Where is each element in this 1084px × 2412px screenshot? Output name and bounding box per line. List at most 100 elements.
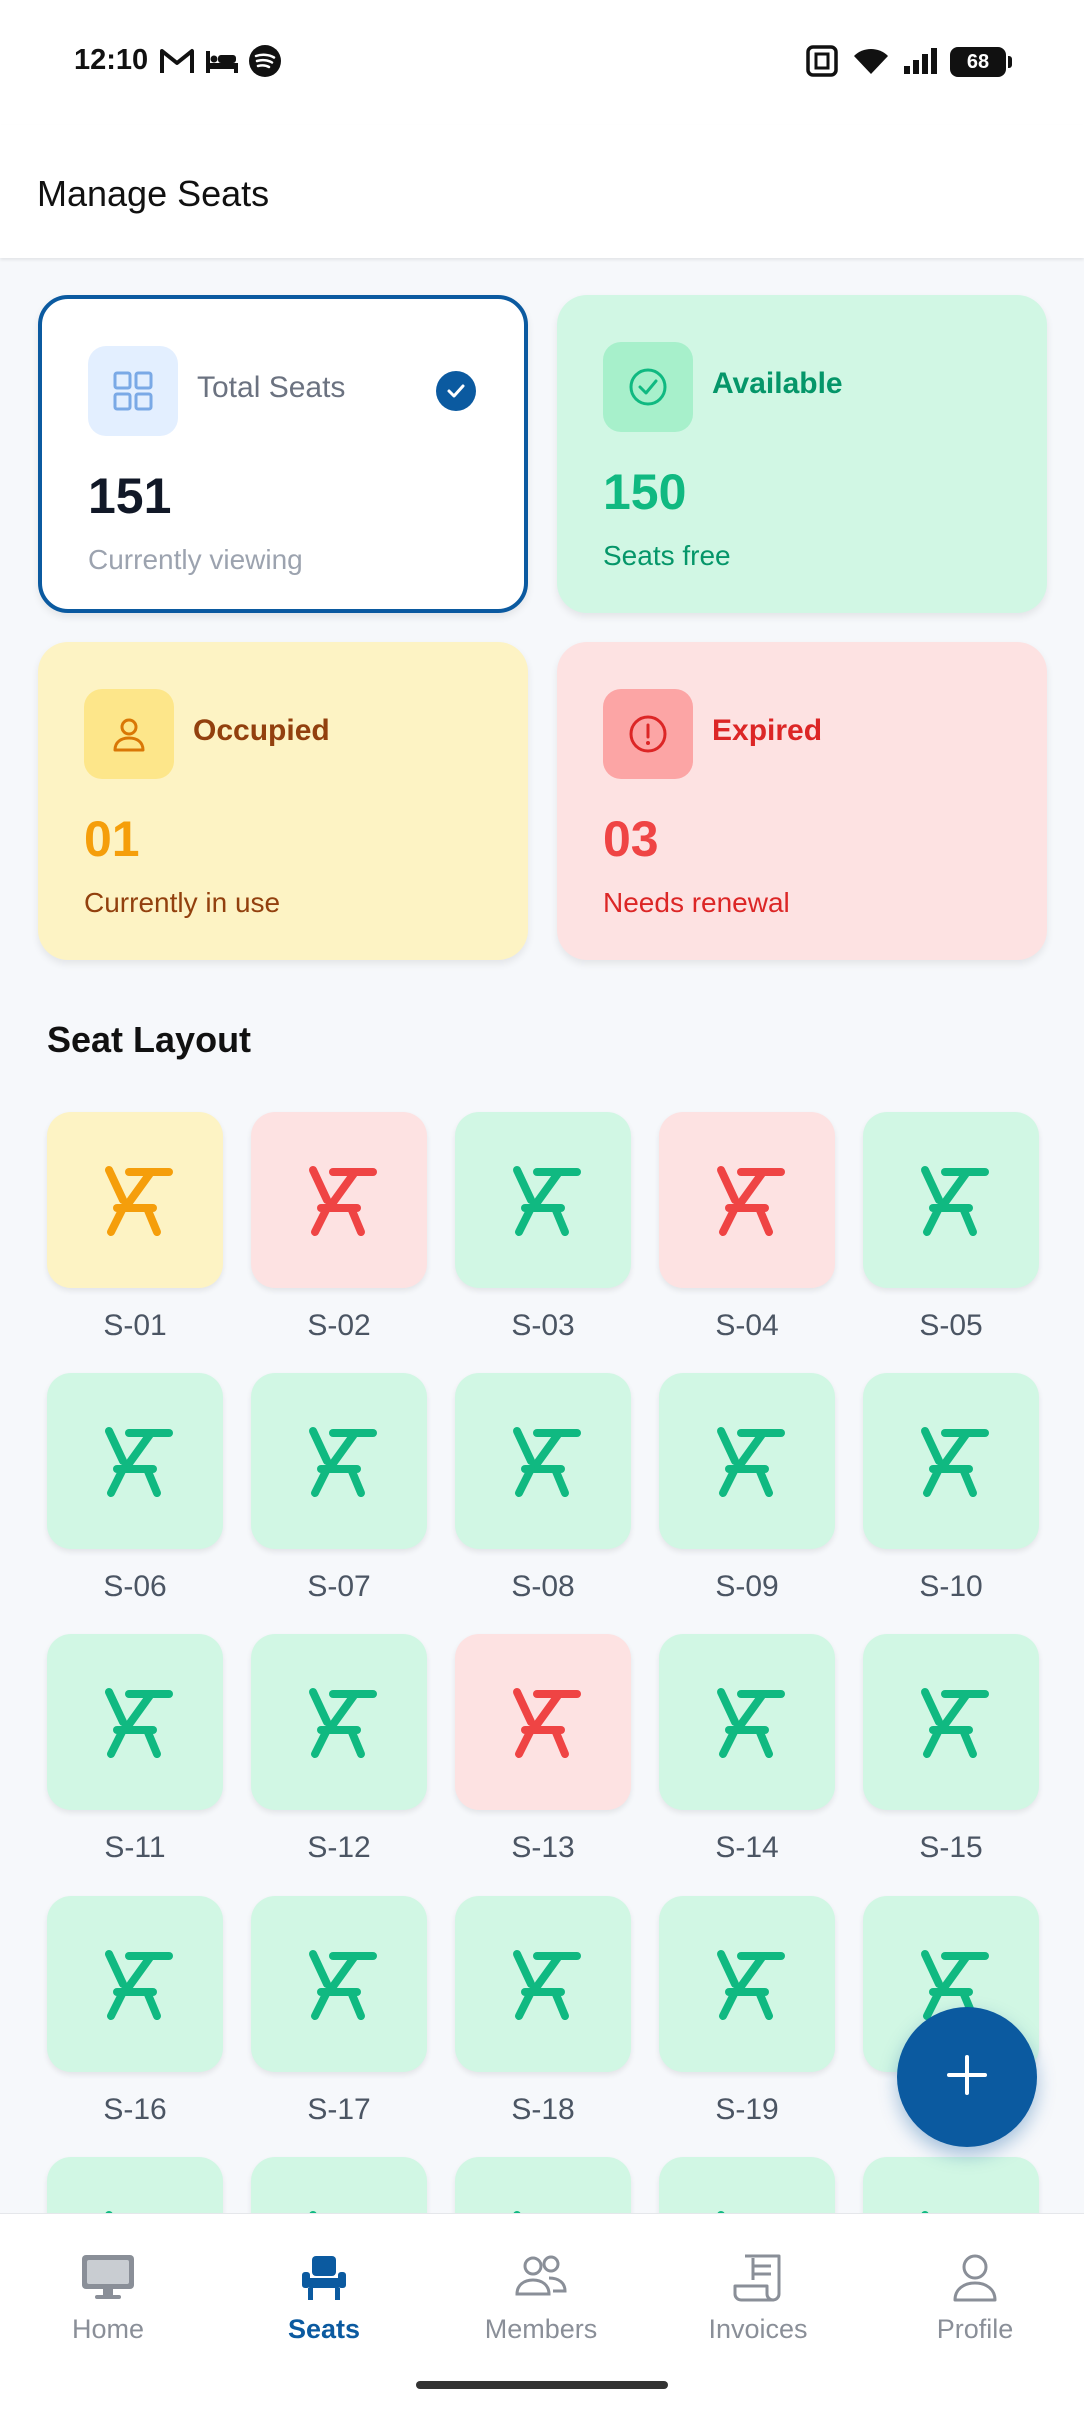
status-bar: 12:10 68: [0, 0, 1084, 125]
nav-item-invoices[interactable]: Invoices: [650, 2214, 866, 2354]
seat-label: S-14: [715, 1831, 779, 1864]
chair-icon: [705, 1156, 789, 1245]
seat-tile[interactable]: [659, 1634, 835, 1810]
chair-icon: [93, 1940, 177, 2029]
seat-label: S-09: [715, 1570, 779, 1603]
stat-label: Occupied: [193, 714, 330, 747]
stat-card-occupied[interactable]: Occupied 01 Currently in use: [38, 642, 528, 960]
spotify-icon: [248, 44, 282, 78]
chair-icon: [93, 1678, 177, 1767]
stat-subtitle: Currently viewing: [88, 544, 303, 575]
seat-label: S-13: [511, 1831, 575, 1864]
chair-icon: [705, 1678, 789, 1767]
check-circle-icon: [603, 342, 693, 432]
chair-icon: [501, 1678, 585, 1767]
chair-icon: [501, 1417, 585, 1506]
chair-icon: [93, 1156, 177, 1245]
seat-label: S-05: [919, 1309, 983, 1342]
seat-tile[interactable]: [659, 1896, 835, 2072]
home-indicator: [416, 2381, 668, 2389]
seat-label: S-01: [103, 1309, 167, 1342]
seat-tile[interactable]: [455, 1112, 631, 1288]
seat-tile[interactable]: [251, 1896, 427, 2072]
seat-tile[interactable]: [659, 1112, 835, 1288]
stat-label: Expired: [712, 714, 823, 747]
nfc-icon: [806, 44, 838, 78]
seat-tile[interactable]: [863, 1634, 1039, 1810]
gmail-icon: [160, 44, 194, 78]
nav-label: Profile: [936, 2314, 1014, 2344]
seat-tile[interactable]: [659, 1373, 835, 1549]
seat-tile[interactable]: [251, 1373, 427, 1549]
seat-tile[interactable]: [455, 1896, 631, 2072]
chair-icon: [297, 1417, 381, 1506]
nav-label: Members: [484, 2314, 598, 2344]
seat-label: S-11: [104, 1831, 166, 1864]
seat-label: S-16: [103, 2093, 167, 2126]
nav-item-members[interactable]: Members: [433, 2214, 649, 2354]
person-icon: [84, 689, 174, 779]
seat-tile[interactable]: [47, 1373, 223, 1549]
chair-icon: [501, 1156, 585, 1245]
invoice-icon: [731, 2252, 785, 2309]
stat-subtitle: Currently in use: [84, 887, 281, 918]
seat-label: S-07: [307, 1570, 371, 1603]
bed-icon: [204, 44, 240, 78]
stat-card-available[interactable]: Available 150 Seats free: [557, 295, 1047, 613]
chair-icon: [297, 1940, 381, 2029]
seat-label: S-19: [715, 2093, 779, 2126]
seat-tile[interactable]: [47, 1634, 223, 1810]
seat-label: S-17: [307, 2093, 371, 2126]
stat-subtitle: Seats free: [603, 540, 731, 571]
stat-label: Available: [712, 367, 843, 400]
seat-tile[interactable]: [455, 1373, 631, 1549]
stat-value: 01: [84, 811, 140, 867]
stat-card-expired[interactable]: Expired 03 Needs renewal: [557, 642, 1047, 960]
nav-label: Invoices: [708, 2314, 808, 2344]
seat-label: S-18: [511, 2093, 575, 2126]
chair-icon: [501, 1940, 585, 2029]
page-title: Manage Seats: [37, 173, 270, 214]
nav-item-profile[interactable]: Profile: [867, 2214, 1083, 2354]
seat-tile[interactable]: [47, 1112, 223, 1288]
grid-icon: [88, 346, 178, 436]
nav-item-seats[interactable]: Seats: [216, 2214, 432, 2354]
plus-icon: [943, 2051, 991, 2104]
section-title: Seat Layout: [47, 1019, 252, 1060]
profile-icon: [950, 2252, 1000, 2309]
chair-icon: [297, 1156, 381, 1245]
seat-tile[interactable]: [455, 1634, 631, 1810]
seat-label: S-15: [919, 1831, 983, 1864]
chair-icon: [297, 1678, 381, 1767]
status-time: 12:10: [74, 44, 149, 76]
chair-icon: [705, 1417, 789, 1506]
chair-icon: [93, 1417, 177, 1506]
seat-label: S-03: [511, 1309, 575, 1342]
seat-tile[interactable]: [863, 1112, 1039, 1288]
seat-tile[interactable]: [47, 1896, 223, 2072]
seat-icon: [298, 2252, 350, 2309]
stat-value: 03: [603, 811, 659, 867]
nav-item-home[interactable]: Home: [0, 2214, 216, 2354]
battery-icon: 68: [950, 47, 1012, 77]
nav-label: Home: [71, 2314, 145, 2344]
seat-label: S-02: [307, 1309, 371, 1342]
stat-card-total[interactable]: Total Seats 151 Currently viewing: [38, 295, 528, 613]
seat-tile[interactable]: [863, 1373, 1039, 1549]
seat-tile[interactable]: [251, 1634, 427, 1810]
app-bar: Manage Seats: [0, 125, 1084, 258]
chair-icon: [705, 1940, 789, 2029]
chair-icon: [909, 1417, 993, 1506]
check-icon: [436, 371, 476, 411]
members-icon: [511, 2252, 571, 2307]
stat-value: 150: [603, 464, 687, 520]
wifi-icon: [852, 44, 890, 78]
chair-icon: [909, 1156, 993, 1245]
seat-label: S-06: [103, 1570, 167, 1603]
signal-icon: [902, 44, 940, 78]
seat-tile[interactable]: [251, 1112, 427, 1288]
add-seat-button[interactable]: [897, 2007, 1037, 2147]
seat-label: S-12: [307, 1831, 371, 1864]
seat-label: S-10: [919, 1570, 983, 1603]
seat-label: S-04: [715, 1309, 779, 1342]
